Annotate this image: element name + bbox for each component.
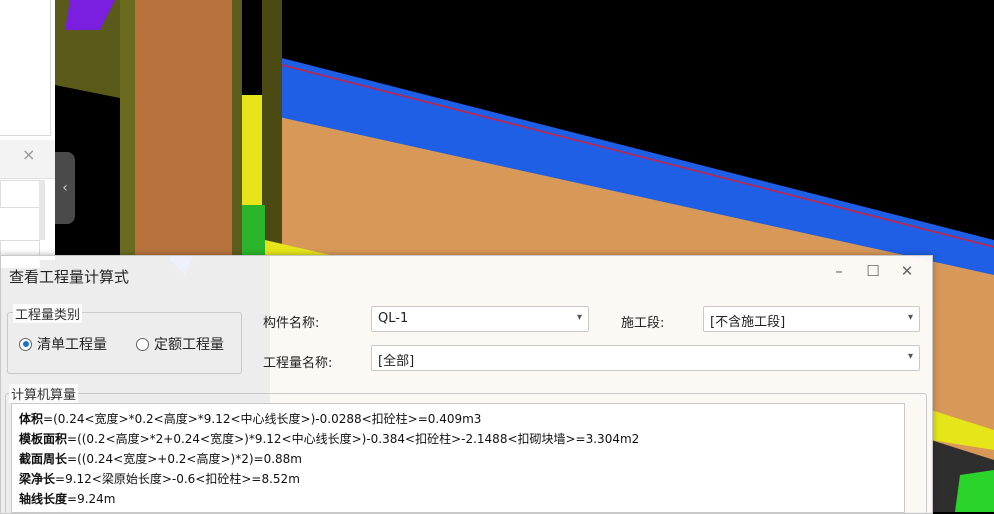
quantity-name-value: [全部] bbox=[378, 354, 415, 369]
formula-key: 轴线长度 bbox=[19, 492, 68, 506]
formula-key: 体积 bbox=[19, 412, 44, 426]
quantity-name-select[interactable]: [全部] ▾ bbox=[371, 345, 920, 371]
category-legend: 工程量类别 bbox=[13, 304, 83, 323]
component-name-select[interactable]: QL-1 ▾ bbox=[371, 306, 589, 332]
formula-expression: =(0.24<宽度>*0.2<高度>*9.12<中心线长度>)-0.0288<扣… bbox=[43, 412, 482, 426]
formula-expression: =((0.2<高度>*2+0.24<宽度>)*9.12<中心线长度>)-0.38… bbox=[67, 432, 640, 446]
construction-stage-label: 施工段: bbox=[621, 316, 665, 331]
formula-expression: =9.24m bbox=[67, 492, 116, 506]
formula-text-area[interactable]: 体积=(0.24<宽度>*0.2<高度>*9.12<中心线长度>)-0.0288… bbox=[11, 403, 905, 513]
close-icon[interactable]: ✕ bbox=[896, 262, 918, 280]
radio-quota-quantity[interactable]: 定额工程量 bbox=[136, 334, 224, 354]
dialog-title: 查看工程量计算式 bbox=[9, 268, 130, 286]
radio-unselected-icon bbox=[136, 337, 149, 351]
chevron-down-icon: ▾ bbox=[907, 312, 913, 323]
formula-expression: =((0.24<宽度>+0.2<高度>)*2)=0.88m bbox=[67, 452, 302, 466]
quantity-name-label: 工程量名称: bbox=[263, 356, 333, 371]
component-name-value: QL-1 bbox=[378, 311, 409, 326]
minimize-icon[interactable]: – bbox=[828, 262, 850, 280]
panel-row[interactable] bbox=[0, 180, 40, 208]
formula-line: 轴线长度=9.24m bbox=[19, 490, 115, 507]
formula-line: 体积=(0.24<宽度>*0.2<高度>*9.12<中心线长度>)-0.0288… bbox=[19, 410, 481, 427]
formula-line: 截面周长=((0.24<宽度>+0.2<高度>)*2)=0.88m bbox=[19, 450, 302, 467]
collapse-panel-button[interactable]: ‹ bbox=[55, 152, 75, 224]
maximize-icon[interactable]: ☐ bbox=[862, 262, 884, 280]
chevron-left-icon: ‹ bbox=[62, 180, 68, 196]
left-side-panel: × bbox=[0, 0, 55, 268]
construction-stage-value: [不含施工段] bbox=[710, 315, 786, 330]
chevron-down-icon: ▾ bbox=[576, 312, 582, 323]
formula-expression: =9.12<梁原始长度>-0.6<扣砼柱>=8.52m bbox=[55, 472, 300, 486]
chevron-down-icon: ▾ bbox=[907, 351, 913, 362]
construction-stage-select[interactable]: [不含施工段] ▾ bbox=[703, 306, 920, 332]
formula-line: 梁净长=9.12<梁原始长度>-0.6<扣砼柱>=8.52m bbox=[19, 470, 300, 487]
calc-legend: 计算机算量 bbox=[9, 384, 79, 403]
panel-scrollbar[interactable] bbox=[39, 180, 45, 240]
radio-selected-icon bbox=[19, 337, 32, 351]
component-name-label: 构件名称: bbox=[263, 316, 320, 331]
formula-key: 截面周长 bbox=[19, 452, 68, 466]
quantity-formula-dialog: 查看工程量计算式 – ☐ ✕ 工程量类别 清单工程量 定额工程量 构件名称: Q… bbox=[0, 255, 933, 514]
formula-key: 模板面积 bbox=[19, 432, 68, 446]
close-icon[interactable]: × bbox=[22, 145, 35, 164]
radio-bill-quantity-label: 清单工程量 bbox=[37, 337, 107, 353]
radio-bill-quantity[interactable]: 清单工程量 bbox=[19, 334, 107, 354]
radio-quota-quantity-label: 定额工程量 bbox=[154, 337, 224, 353]
formula-key: 梁净长 bbox=[19, 472, 56, 486]
formula-line: 模板面积=((0.2<高度>*2+0.24<宽度>)*9.12<中心线长度>)-… bbox=[19, 430, 639, 447]
panel-top-area bbox=[0, 0, 51, 136]
